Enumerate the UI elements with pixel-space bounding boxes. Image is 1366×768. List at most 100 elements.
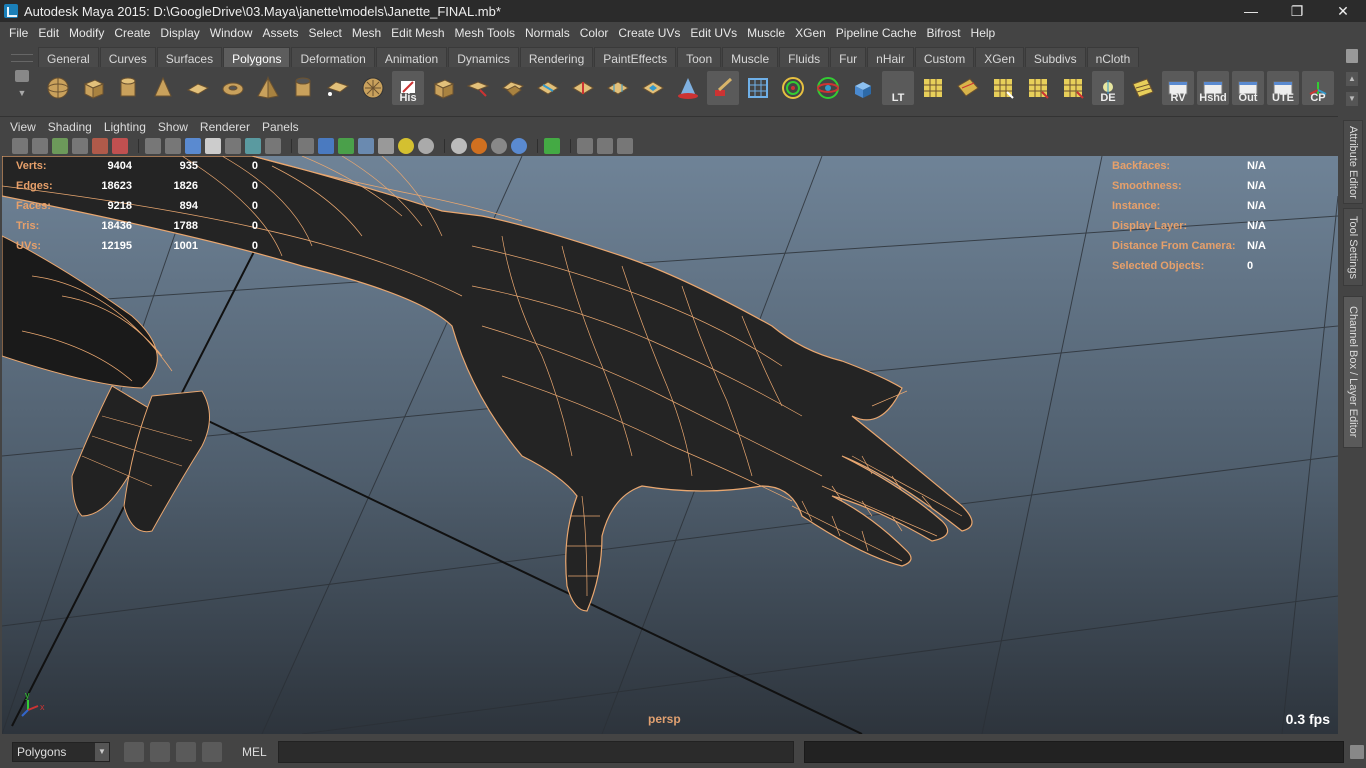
tab-tool-settings[interactable]: Tool Settings [1343,208,1363,286]
scroll-up-icon[interactable]: ▲ [1346,72,1358,86]
smooth-shade-icon[interactable] [318,138,334,154]
uv-cut-icon[interactable] [952,71,984,105]
shelf-tab-polygons[interactable]: Polygons [223,47,291,67]
menu-modify[interactable]: Modify [64,22,109,44]
panel-menu-panels[interactable]: Panels [256,120,305,134]
minimize-button[interactable]: — [1228,0,1274,22]
panel-menu-shading[interactable]: Shading [42,120,98,134]
poly-cube-icon[interactable] [77,71,109,105]
xray-joints-icon[interactable] [597,138,613,154]
poly-pyramid-icon[interactable] [252,71,284,105]
perspective-viewport[interactable]: Verts: 9404 935 0 Edges: 18623 1826 0 Fa… [2,156,1338,734]
menu-select[interactable]: Select [303,22,346,44]
motion-blur-icon[interactable] [471,138,487,154]
shelf-tab-muscle[interactable]: Muscle [722,47,779,67]
shelf-tab-fur[interactable]: Fur [830,47,867,67]
script-language-label[interactable]: MEL [242,745,278,759]
isolate-select-icon[interactable] [544,138,560,154]
snap-icon[interactable] [124,742,144,762]
menu-edit-uvs[interactable]: Edit UVs [685,22,742,44]
insert-edge-loop-icon[interactable] [567,71,599,105]
close-button[interactable]: ✕ [1320,0,1366,22]
extrude-icon[interactable] [427,71,459,105]
menu-set-dropdown[interactable]: Polygons ▼ [12,742,110,762]
poly-cone-icon[interactable] [147,71,179,105]
show-hide-channel-box-icon[interactable] [202,742,222,762]
sculpt-geometry-icon[interactable] [672,71,704,105]
slide-edge-icon[interactable] [637,71,669,105]
uv-move-icon[interactable] [1057,71,1089,105]
smooth-icon[interactable] [357,71,389,105]
shelf-menu-icon[interactable] [15,70,29,82]
wireframe-icon[interactable] [298,138,314,154]
show-hide-attribute-editor-icon[interactable] [150,742,170,762]
out-button[interactable]: Out [1232,71,1264,105]
2d-pan-zoom-icon[interactable] [112,138,128,154]
grid-icon[interactable] [145,138,161,154]
tab-attribute-editor[interactable]: Attribute Editor [1343,120,1363,204]
split-polygon-icon[interactable] [532,71,564,105]
soft-mod-icon[interactable] [812,71,844,105]
safe-title-icon[interactable] [265,138,281,154]
shelf-tab-custom[interactable]: Custom [914,47,975,67]
menu-pipeline-cache[interactable]: Pipeline Cache [831,22,922,44]
shelf-tab-general[interactable]: General [38,47,99,67]
combine-icon[interactable] [322,71,354,105]
use-all-lights-icon[interactable] [398,138,414,154]
maximize-button[interactable]: ❐ [1274,0,1320,22]
resolution-gate-icon[interactable] [185,138,201,154]
show-hide-tool-settings-icon[interactable] [176,742,196,762]
scroll-down-icon[interactable]: ▼ [1346,92,1358,106]
menu-xgen[interactable]: XGen [790,22,831,44]
gate-mask-icon[interactable] [205,138,221,154]
rv-button[interactable]: RV [1162,71,1194,105]
poly-cylinder-icon[interactable] [112,71,144,105]
chevron-down-icon[interactable]: ▼ [95,743,109,761]
shelf-tab-xgen[interactable]: XGen [975,47,1024,67]
align-tool-icon[interactable] [847,71,879,105]
ute-button[interactable]: UTE [1267,71,1299,105]
menu-display[interactable]: Display [155,22,204,44]
image-plane-icon[interactable] [72,138,88,154]
panel-menu-lighting[interactable]: Lighting [98,120,152,134]
menu-edit[interactable]: Edit [33,22,64,44]
menu-create[interactable]: Create [109,22,155,44]
shelf-handle[interactable]: ▼ [8,48,36,110]
shelf-tab-toon[interactable]: Toon [677,47,722,67]
poly-plane-icon[interactable] [182,71,214,105]
poly-torus-icon[interactable] [217,71,249,105]
shelf-tab-animation[interactable]: Animation [375,47,448,67]
uv-grid-icon[interactable] [1127,71,1159,105]
depth-of-field-icon[interactable] [511,138,527,154]
uv-layout-icon[interactable] [917,71,949,105]
menu-mesh-tools[interactable]: Mesh Tools [450,22,520,44]
append-polygon-icon[interactable] [497,71,529,105]
cp-button[interactable]: CP [1302,71,1334,105]
grease-pencil-icon[interactable] [92,138,108,154]
menu-bifrost[interactable]: Bifrost [922,22,966,44]
menu-window[interactable]: Window [205,22,258,44]
screen-space-ao-icon[interactable] [451,138,467,154]
shadows-icon[interactable] [418,138,434,154]
textured-icon[interactable] [378,138,394,154]
de-button[interactable]: DE [1092,71,1124,105]
chevron-down-icon[interactable]: ▼ [18,88,27,98]
menu-muscle[interactable]: Muscle [742,22,790,44]
hshd-button[interactable]: Hshd [1197,71,1229,105]
shelf-tab-painteffects[interactable]: PaintEffects [594,47,677,67]
camera-attributes-icon[interactable] [32,138,48,154]
trash-icon[interactable] [1346,49,1358,63]
field-chart-icon[interactable] [225,138,241,154]
tab-channel-box-layer-editor[interactable]: Channel Box / Layer Editor [1343,296,1363,448]
menu-help[interactable]: Help [966,22,1001,44]
script-editor-icon[interactable] [1350,745,1364,759]
offset-edge-loop-icon[interactable] [602,71,634,105]
paint-tool-button[interactable] [707,71,739,105]
history-toggle-button[interactable]: His [392,71,424,105]
shelf-tab-nhair[interactable]: nHair [867,47,914,67]
shelf-tab-surfaces[interactable]: Surfaces [156,47,223,67]
xray-active-components-icon[interactable] [617,138,633,154]
bridge-icon[interactable] [462,71,494,105]
bookmarks-icon[interactable] [52,138,68,154]
menu-color[interactable]: Color [575,22,614,44]
